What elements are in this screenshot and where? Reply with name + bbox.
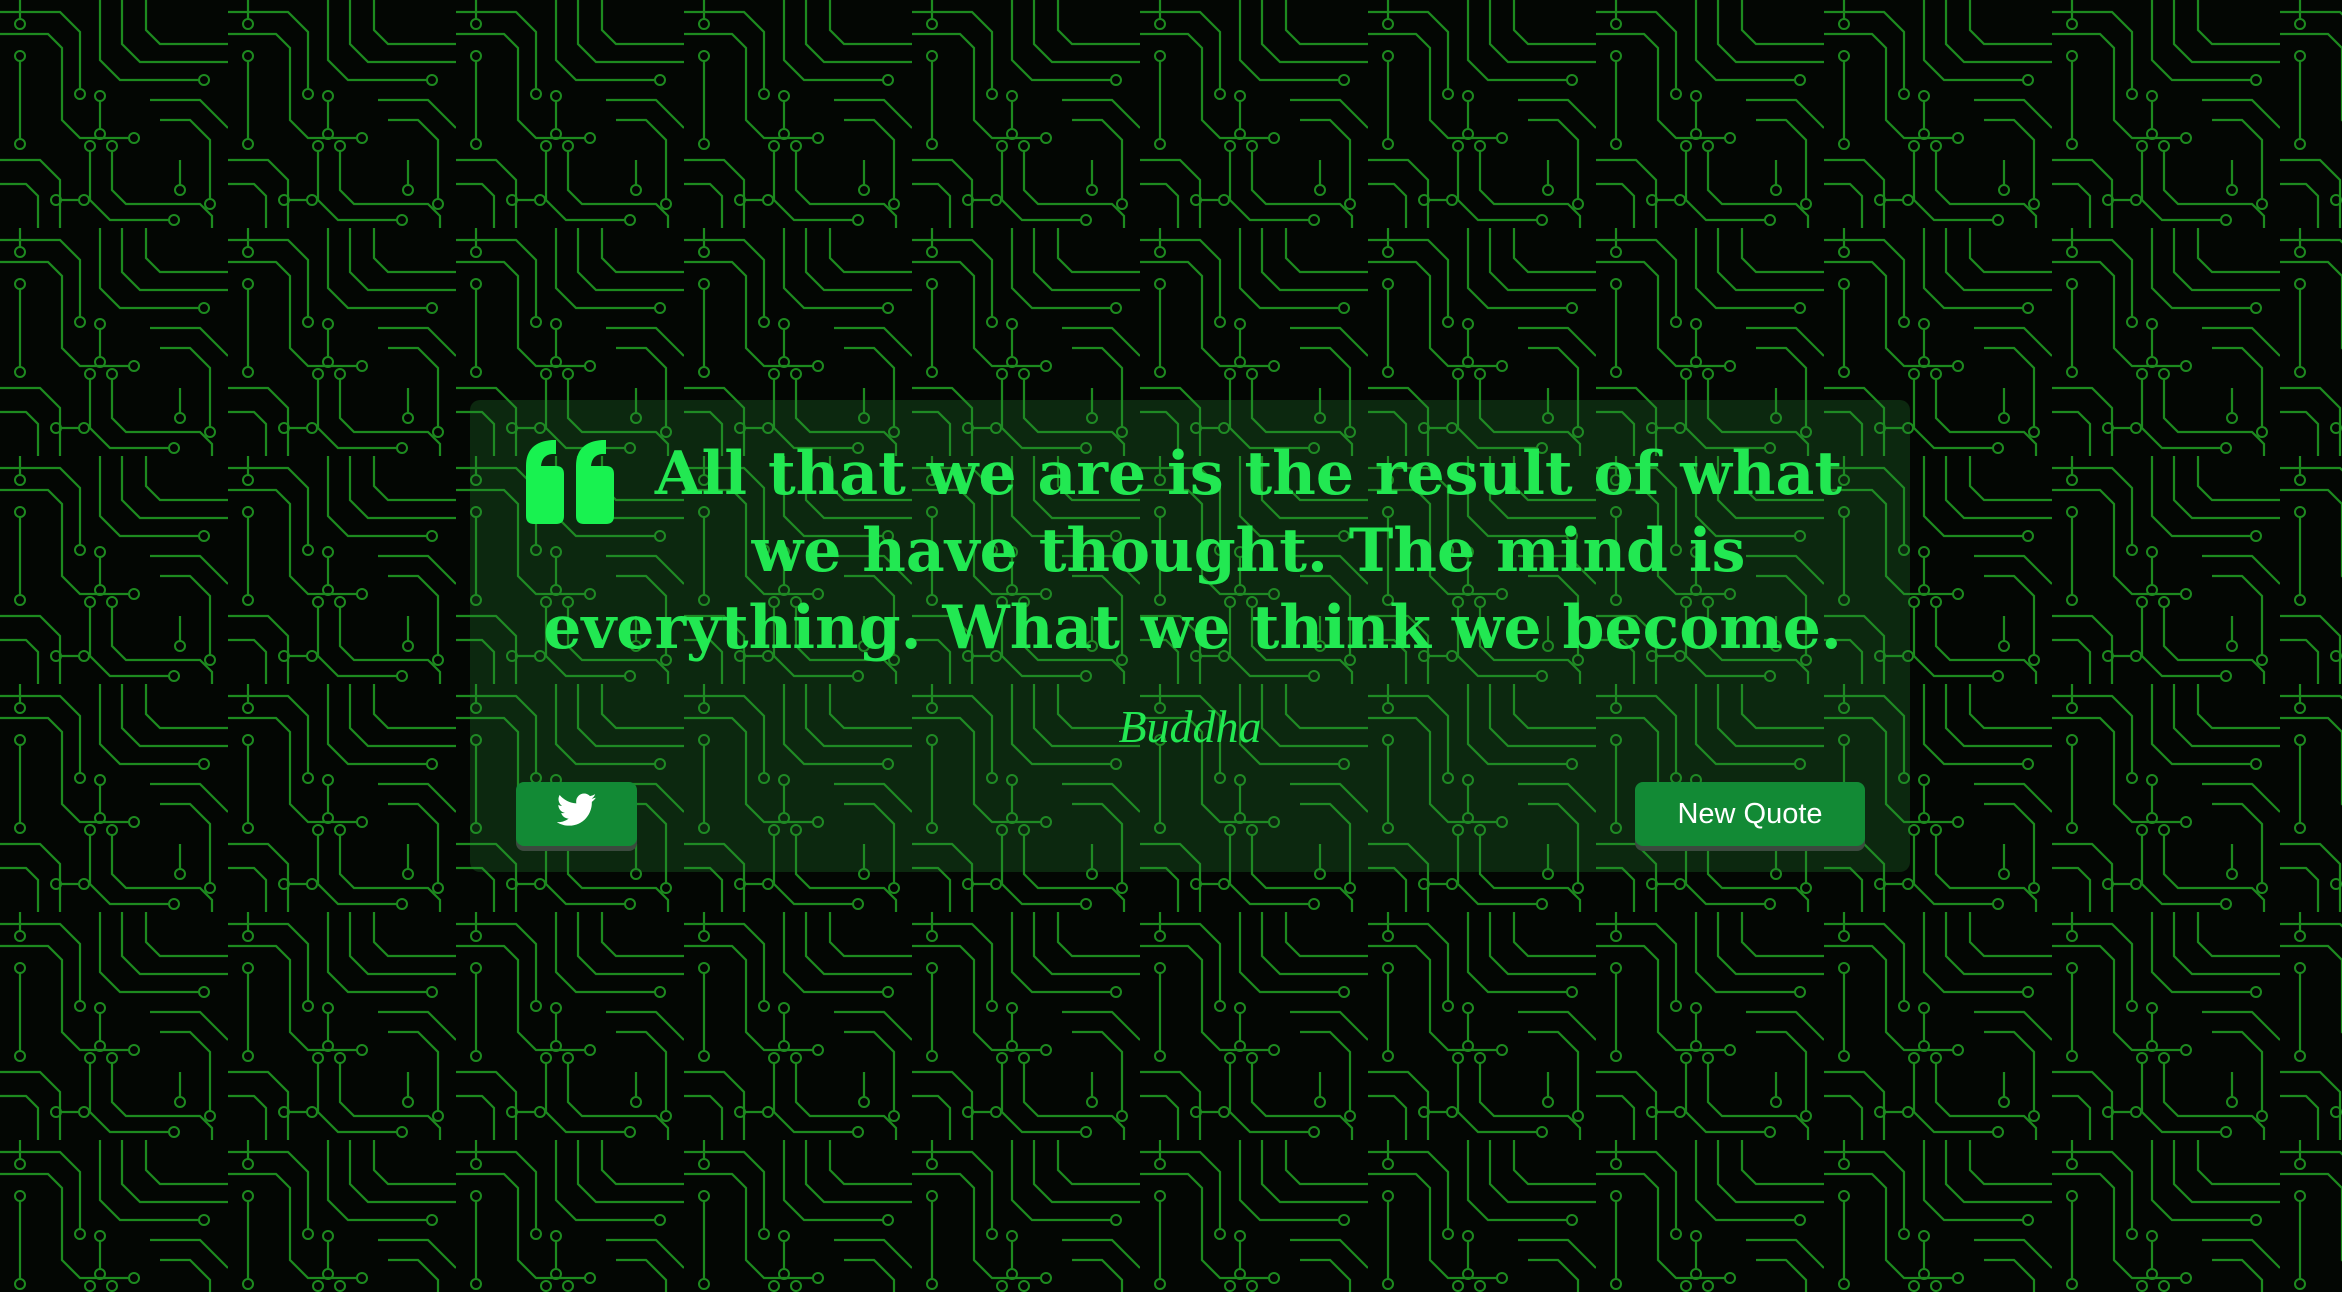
quote-author: Buddha [1118, 701, 1262, 752]
tweet-button[interactable] [516, 782, 637, 846]
twitter-icon [556, 793, 597, 835]
quote-text: All that we are is the result of what we… [543, 439, 1843, 663]
quote-container: All that we are is the result of what we… [520, 436, 1865, 667]
quote-card: All that we are is the result of what we… [470, 400, 1910, 872]
new-quote-button[interactable]: New Quote [1635, 782, 1865, 846]
quote-left-icon [520, 436, 620, 524]
